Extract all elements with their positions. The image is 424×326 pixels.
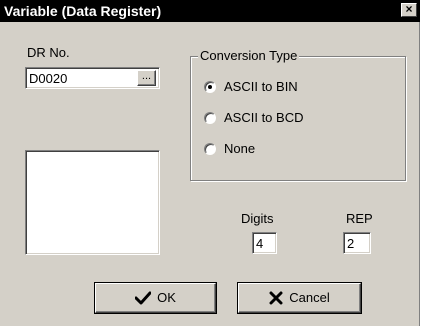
digits-label: Digits [241, 211, 274, 226]
close-icon: × [405, 2, 413, 16]
radio-ascii-to-bcd[interactable]: ASCII to BCD [204, 110, 384, 128]
cancel-button[interactable]: Cancel [238, 283, 361, 313]
radio-button-ascii-to-bin[interactable] [204, 81, 216, 93]
radio-label-ascii-to-bcd: ASCII to BCD [224, 110, 304, 125]
radio-none[interactable]: None [204, 141, 384, 159]
x-icon [269, 291, 283, 305]
dialog-window: Variable (Data Register) × DR No. D0020 … [0, 0, 420, 326]
cancel-button-label: Cancel [289, 290, 330, 305]
radio-button-ascii-to-bcd[interactable] [204, 112, 216, 124]
digits-field[interactable]: 4 [252, 232, 277, 254]
ok-button[interactable]: OK [95, 283, 216, 313]
close-button[interactable]: × [401, 3, 417, 17]
conversion-type-title: Conversion Type [198, 48, 300, 63]
browse-button[interactable]: ... [137, 70, 156, 86]
dr-no-label: DR No. [27, 45, 70, 60]
rep-field[interactable]: 2 [343, 232, 371, 254]
register-list-box[interactable] [25, 150, 160, 255]
dr-no-value: D0020 [29, 71, 68, 86]
rep-value: 2 [347, 236, 355, 251]
radio-label-ascii-to-bin: ASCII to BIN [224, 79, 298, 94]
radio-ascii-to-bin[interactable]: ASCII to BIN [204, 79, 384, 97]
rep-label: REP [346, 211, 373, 226]
digits-value: 4 [256, 236, 264, 251]
radio-button-none[interactable] [204, 143, 216, 155]
window-title: Variable (Data Register) [4, 3, 162, 19]
radio-selected-dot [208, 85, 212, 89]
radio-label-none: None [224, 141, 256, 156]
ok-button-label: OK [157, 290, 176, 305]
title-bar[interactable]: Variable (Data Register) × [0, 0, 420, 22]
checkmark-icon [134, 291, 152, 305]
browse-button-label: ... [141, 70, 152, 82]
dr-no-field[interactable]: D0020 ... [25, 67, 160, 89]
